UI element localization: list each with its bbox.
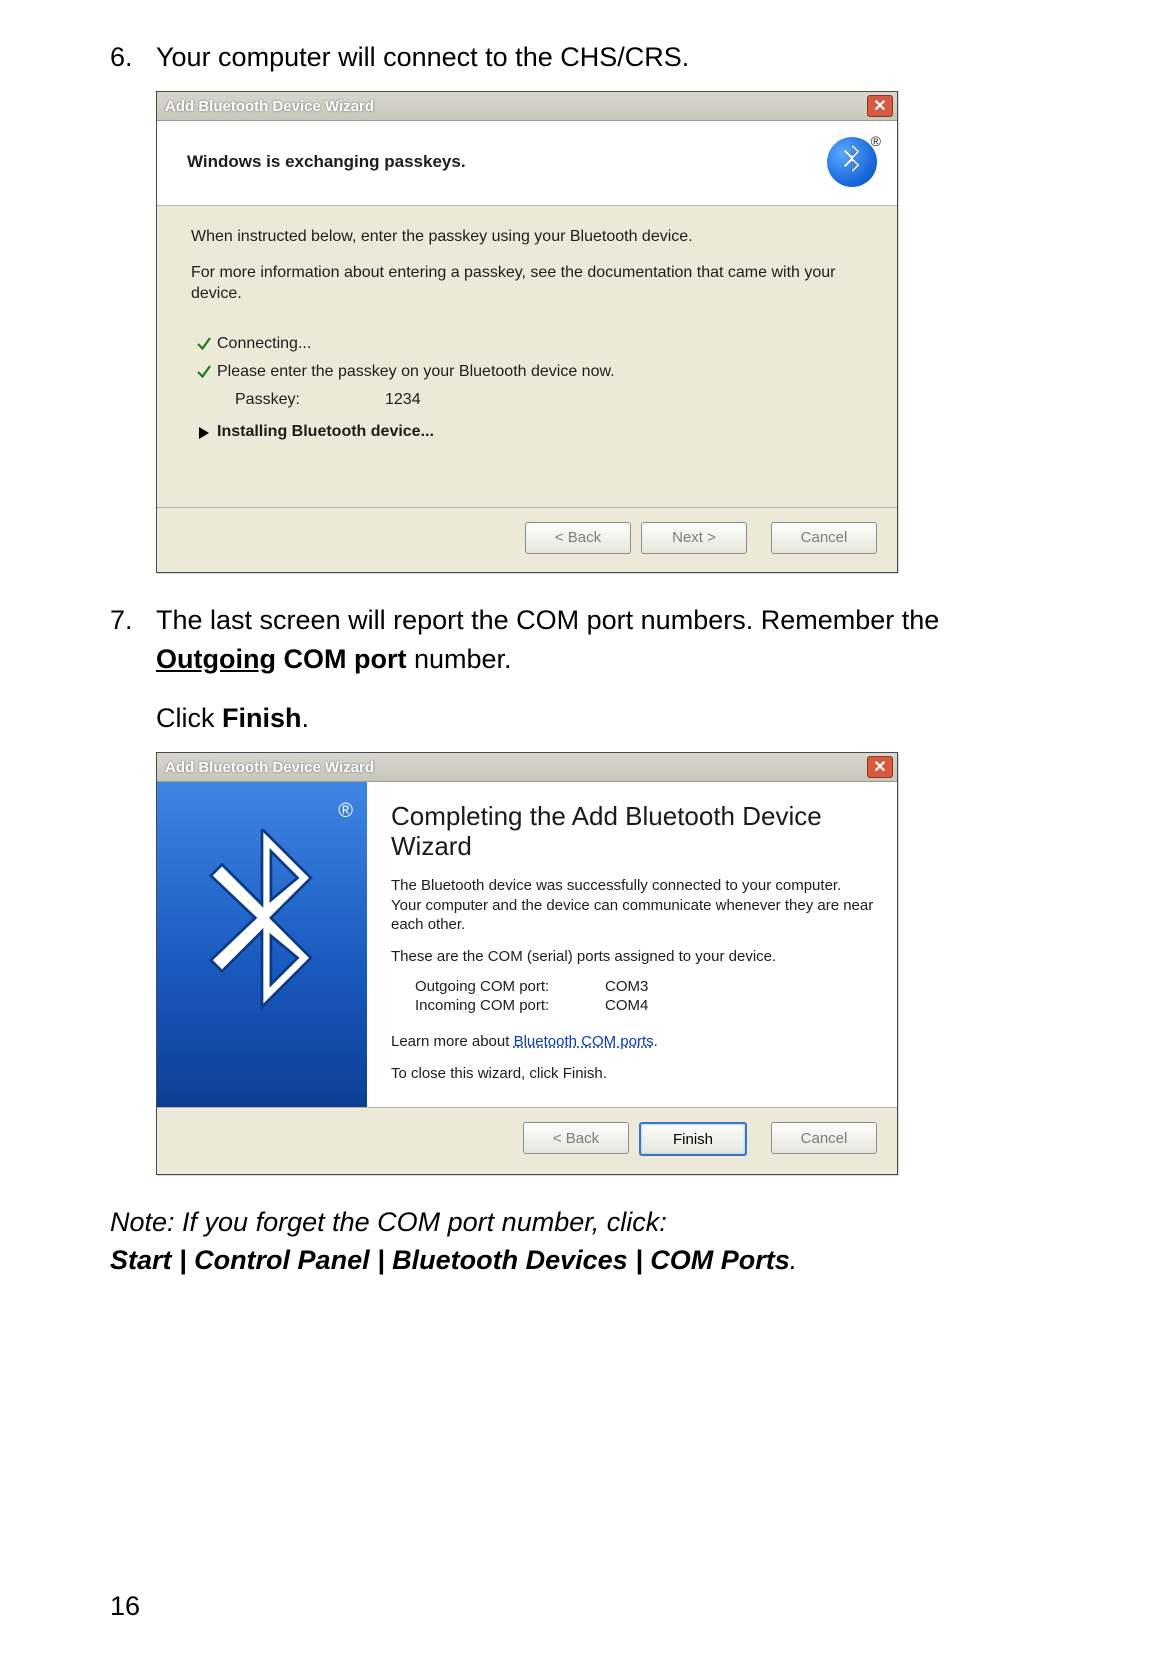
finish-button[interactable]: Finish xyxy=(639,1122,747,1156)
step-7-click: Click xyxy=(156,703,222,733)
dialog-heading: Completing the Add Bluetooth Device Wiza… xyxy=(391,802,875,862)
bluetooth-glyph-icon xyxy=(838,144,866,180)
button-bar: < Back Finish Cancel xyxy=(157,1107,897,1174)
cancel-button[interactable]: Cancel xyxy=(771,522,877,554)
titlebar: Add Bluetooth Device Wizard ✕ xyxy=(157,92,897,121)
incoming-port-label: Incoming COM port: xyxy=(415,997,605,1014)
close-button[interactable]: ✕ xyxy=(867,95,893,117)
back-button[interactable]: < Back xyxy=(525,522,631,554)
titlebar-text: Add Bluetooth Device Wizard xyxy=(165,759,867,776)
status-enter-passkey-text: Please enter the passkey on your Bluetoo… xyxy=(217,363,615,381)
close-icon: ✕ xyxy=(873,96,886,116)
step-7-body: The last screen will report the COM port… xyxy=(156,601,1054,738)
passkey-row: Passkey: 1234 xyxy=(235,391,863,409)
passkey-value: 1234 xyxy=(385,391,421,409)
step-7-finish: Finish xyxy=(222,703,302,733)
dialog-paragraph-1: The Bluetooth device was successfully co… xyxy=(391,876,875,935)
note-line-1: Note: If you forget the COM port number,… xyxy=(110,1203,1054,1241)
registered-mark: ® xyxy=(338,800,353,823)
learn-more: Learn more about Bluetooth COM ports. xyxy=(391,1032,875,1052)
dialog-content: Completing the Add Bluetooth Device Wiza… xyxy=(367,782,897,1107)
step-6: 6. Your computer will connect to the CHS… xyxy=(110,38,1054,77)
learn-text-a: Learn more about xyxy=(391,1033,514,1050)
note: Note: If you forget the COM port number,… xyxy=(110,1203,1054,1280)
step-7-comport: COM port xyxy=(276,644,406,674)
next-button[interactable]: Next > xyxy=(641,522,747,554)
note-tail: . xyxy=(790,1245,798,1275)
step-7-tail: . xyxy=(302,703,310,733)
dialog-top: ® Completing the Add Bluetooth Device Wi… xyxy=(157,782,897,1107)
page-number: 16 xyxy=(110,1591,140,1622)
bluetooth-icon-wrap: ® xyxy=(813,137,877,187)
step-7-text-a: The last screen will report the COM port… xyxy=(156,605,939,635)
wizard-dialog-passkeys: Add Bluetooth Device Wizard ✕ Windows is… xyxy=(156,91,898,573)
registered-mark: ® xyxy=(871,133,881,149)
close-button[interactable]: ✕ xyxy=(867,756,893,778)
outgoing-port-row: Outgoing COM port: COM3 xyxy=(415,978,875,995)
dialog-header: Windows is exchanging passkeys. ® xyxy=(157,121,897,206)
status-installing-text: Installing Bluetooth device... xyxy=(217,423,434,441)
note-line-2: Start | Control Panel | Bluetooth Device… xyxy=(110,1241,1054,1279)
back-button-label: < Back xyxy=(553,1130,599,1147)
step-6-number: 6. xyxy=(110,38,156,77)
dialog-body: When instructed below, enter the passkey… xyxy=(157,206,897,507)
back-button-label: < Back xyxy=(555,529,601,546)
dialog-paragraph-2: These are the COM (serial) ports assigne… xyxy=(391,947,875,967)
passkey-label: Passkey: xyxy=(235,391,385,409)
bluetooth-glyph-icon xyxy=(187,829,337,1029)
check-icon xyxy=(191,335,217,353)
step-7: 7. The last screen will report the COM p… xyxy=(110,601,1054,738)
instruction-2: For more information about entering a pa… xyxy=(191,262,863,305)
dialog-banner: ® xyxy=(157,782,367,1107)
learn-text-b: . xyxy=(654,1033,658,1050)
titlebar-text: Add Bluetooth Device Wizard xyxy=(165,98,867,115)
status-list: Connecting... Please enter the passkey o… xyxy=(191,335,863,441)
status-connecting: Connecting... xyxy=(191,335,863,353)
step-7-number: 7. xyxy=(110,601,156,738)
incoming-port-row: Incoming COM port: COM4 xyxy=(415,997,875,1014)
back-button[interactable]: < Back xyxy=(523,1122,629,1154)
status-enter-passkey: Please enter the passkey on your Bluetoo… xyxy=(191,363,863,381)
status-installing: Installing Bluetooth device... xyxy=(191,423,863,441)
cancel-button[interactable]: Cancel xyxy=(771,1122,877,1154)
close-instruction: To close this wizard, click Finish. xyxy=(391,1064,875,1084)
step-7-text-d: number. xyxy=(406,644,511,674)
outgoing-port-label: Outgoing COM port: xyxy=(415,978,605,995)
step-6-text: Your computer will connect to the CHS/CR… xyxy=(156,38,1054,77)
note-path: Start | Control Panel | Bluetooth Device… xyxy=(110,1245,790,1275)
status-connecting-text: Connecting... xyxy=(217,335,311,353)
button-bar: < Back Next > Cancel xyxy=(157,507,897,572)
bluetooth-com-ports-link[interactable]: Bluetooth COM ports xyxy=(514,1033,654,1050)
titlebar: Add Bluetooth Device Wizard ✕ xyxy=(157,753,897,782)
cancel-button-label: Cancel xyxy=(801,1130,848,1147)
next-button-label: Next > xyxy=(672,529,716,546)
incoming-port-value: COM4 xyxy=(605,997,648,1014)
cancel-button-label: Cancel xyxy=(801,529,848,546)
bluetooth-icon xyxy=(827,137,877,187)
finish-button-label: Finish xyxy=(673,1131,713,1148)
instruction-1: When instructed below, enter the passkey… xyxy=(191,226,863,248)
dialog-header-text: Windows is exchanging passkeys. xyxy=(187,152,813,172)
close-icon: ✕ xyxy=(873,757,886,777)
arrow-right-icon xyxy=(191,423,217,439)
step-7-outgoing: Outgoing xyxy=(156,644,276,674)
wizard-dialog-complete: Add Bluetooth Device Wizard ✕ ® Completi… xyxy=(156,752,898,1175)
outgoing-port-value: COM3 xyxy=(605,978,648,995)
check-icon xyxy=(191,363,217,381)
